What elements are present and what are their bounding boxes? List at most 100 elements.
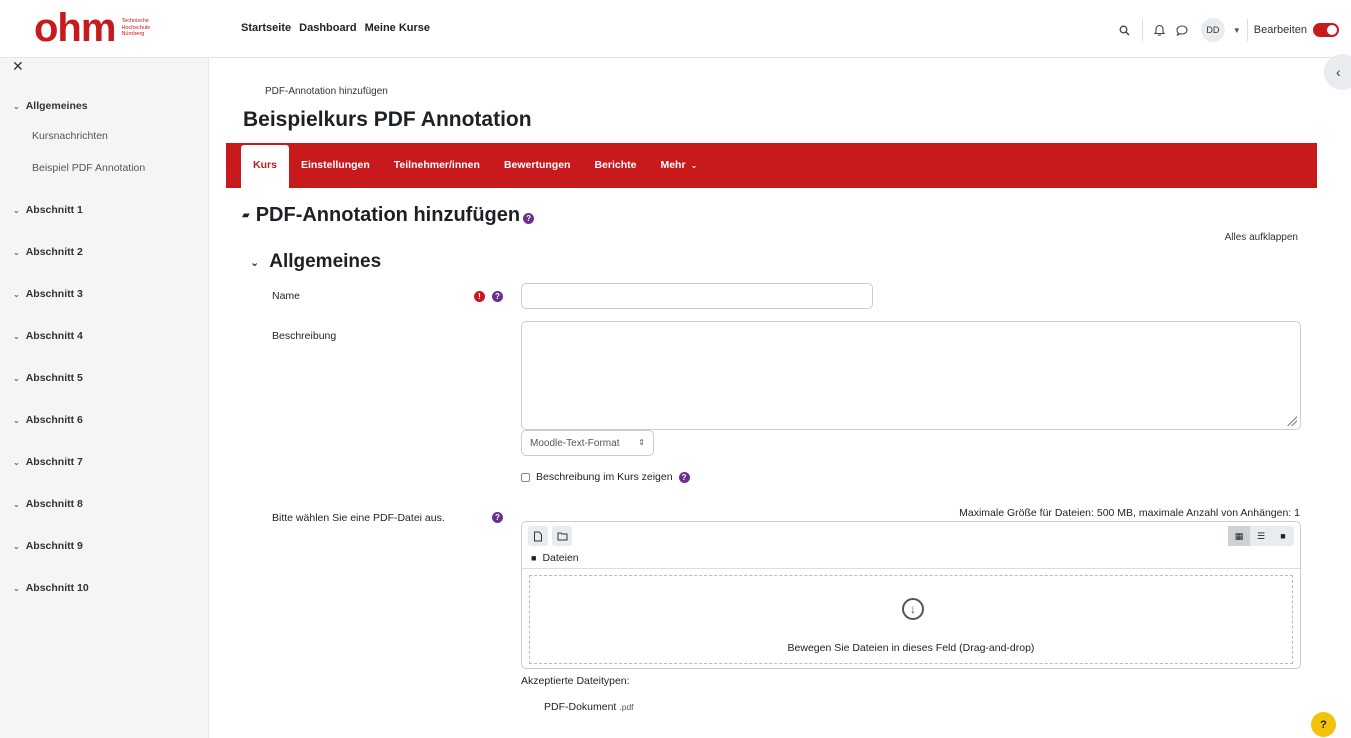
sidebar-section-label: Allgemeines (25, 100, 88, 112)
show-description-checkbox[interactable] (521, 472, 530, 482)
chevron-down-icon: ⌄ (13, 206, 20, 215)
divider (1141, 19, 1143, 41)
expand-all-link[interactable]: Alles aufklappen (1225, 232, 1298, 243)
close-icon[interactable]: ✕ (12, 58, 24, 75)
divider (522, 568, 1300, 569)
sidebar-section-label: Abschnitt 3 (25, 288, 83, 300)
chevron-down-icon: ⌄ (13, 584, 20, 593)
chevron-down-icon: ⌄ (13, 290, 20, 299)
chevron-down-icon: ⌄ (13, 374, 20, 383)
sidebar-section-abschnitt-6[interactable]: ⌄ Abschnitt 6 (13, 414, 83, 426)
chevron-down-icon: ⌄ (13, 542, 20, 551)
sidebar-section-abschnitt-8[interactable]: ⌄ Abschnitt 8 (13, 498, 83, 510)
sidebar-section-label: Abschnitt 9 (25, 540, 83, 552)
page-heading: ▰ PDF-Annotation hinzufügen ? (242, 204, 535, 227)
help-icon[interactable]: ? (492, 291, 503, 302)
sidebar-section-abschnitt-1[interactable]: ⌄ Abschnitt 1 (13, 204, 83, 216)
tab-kurs[interactable]: Kurs (241, 145, 289, 188)
accepted-types-label: Akzeptierte Dateitypen: (521, 675, 630, 687)
sidebar-section-label: Abschnitt 4 (25, 330, 83, 342)
pdf-file-label: Bitte wählen Sie eine PDF-Datei aus. (272, 512, 445, 524)
tree-view-icon[interactable]: ■ (1272, 526, 1294, 546)
sidebar-section-label: Abschnitt 8 (25, 498, 83, 510)
name-input[interactable] (521, 283, 873, 309)
search-icon[interactable] (1114, 19, 1136, 41)
pdf-module-icon: ▰ (242, 210, 250, 221)
sidebar-section-abschnitt-9[interactable]: ⌄ Abschnitt 9 (13, 540, 83, 552)
logo-wordmark: ohm (34, 6, 116, 50)
sidebar-item-kursnachrichten[interactable]: Kursnachrichten (32, 130, 108, 142)
text-format-select[interactable]: Moodle-Text-Format ⇕ (521, 430, 654, 456)
help-button[interactable]: ? (1311, 712, 1336, 737)
sidebar-section-label: Abschnitt 7 (25, 456, 83, 468)
nav-meine-kurse[interactable]: Meine Kurse (365, 22, 430, 34)
logo-subtitle: Technische Hochschule Nürnberg (121, 18, 150, 38)
sidebar-section-abschnitt-5[interactable]: ⌄ Abschnitt 5 (13, 372, 83, 384)
tab-einstellungen[interactable]: Einstellungen (289, 159, 382, 188)
sidebar-section-abschnitt-7[interactable]: ⌄ Abschnitt 7 (13, 456, 83, 468)
chevron-left-icon[interactable]: ‹ (1324, 54, 1351, 90)
tab-berichte[interactable]: Berichte (582, 159, 648, 188)
sidebar-section-label: Abschnitt 10 (25, 582, 89, 594)
tab-mehr-label: Mehr (660, 159, 686, 171)
accepted-type-item: PDF-Dokument .pdf (544, 701, 634, 713)
sidebar-item-beispiel-pdf-annotation[interactable]: Beispiel PDF Annotation (32, 162, 145, 174)
edit-mode-toggle[interactable] (1313, 23, 1339, 37)
top-navbar: ohm Technische Hochschule Nürnberg Start… (0, 0, 1351, 58)
breadcrumb: PDF-Annotation hinzufügen (265, 86, 388, 97)
view-switcher: ▦ ☰ ■ (1228, 526, 1294, 546)
add-file-icon[interactable] (528, 526, 548, 546)
sidebar-section-abschnitt-10[interactable]: ⌄ Abschnitt 10 (13, 582, 89, 594)
folder-icon: ■ (531, 553, 537, 563)
sidebar-section-abschnitt-2[interactable]: ⌄ Abschnitt 2 (13, 246, 83, 258)
tab-mehr[interactable]: Mehr ⌄ (648, 159, 709, 188)
sidebar-section-abschnitt-3[interactable]: ⌄ Abschnitt 3 (13, 288, 83, 300)
chevron-down-icon: ⌄ (13, 416, 20, 425)
tab-bewertungen[interactable]: Bewertungen (492, 159, 583, 188)
chevron-down-icon[interactable]: ▼ (1233, 26, 1241, 35)
logo-subtitle-line: Technische (121, 18, 149, 25)
grid-view-icon[interactable]: ▦ (1228, 526, 1250, 546)
accepted-type-extension: .pdf (619, 702, 634, 712)
file-dropzone[interactable]: ↓ Bewegen Sie Dateien in dieses Feld (Dr… (529, 575, 1293, 664)
logo-subtitle-line: Hochschule (121, 24, 151, 31)
ohm-logo[interactable]: ohm Technische Hochschule Nürnberg (34, 6, 150, 50)
bell-icon[interactable] (1149, 19, 1171, 41)
dropzone-text: Bewegen Sie Dateien in dieses Feld (Drag… (787, 642, 1035, 654)
tab-teilnehmer[interactable]: Teilnehmer/innen (382, 159, 492, 188)
user-navigation: DD ▼ Bearbeiten (1114, 18, 1339, 42)
create-folder-icon[interactable] (552, 526, 572, 546)
chevron-down-icon: ⌄ (13, 332, 20, 341)
message-icon[interactable] (1171, 19, 1193, 41)
file-path: ■ Dateien (531, 552, 579, 564)
sidebar-section-abschnitt-4[interactable]: ⌄ Abschnitt 4 (13, 330, 83, 342)
file-manager: ▦ ☰ ■ ■ Dateien ↓ Bewegen Sie Dateien in… (521, 521, 1301, 669)
nav-startseite[interactable]: Startseite (241, 22, 291, 34)
help-icon[interactable]: ? (523, 213, 535, 224)
help-icon[interactable]: ? (678, 471, 690, 483)
list-view-icon[interactable]: ☰ (1250, 526, 1272, 546)
description-editor[interactable] (521, 321, 1301, 430)
resize-handle[interactable] (1287, 416, 1297, 426)
chevron-down-icon: ⌄ (13, 102, 20, 111)
course-index-drawer: ✕ ⌄ Allgemeines Kursnachrichten Beispiel … (0, 58, 209, 738)
sidebar-section-label: Abschnitt 6 (25, 414, 83, 426)
sidebar-section-label: Abschnitt 1 (25, 204, 83, 216)
download-arrow-icon: ↓ (902, 598, 924, 620)
section-title: Allgemeines (269, 251, 382, 272)
description-label: Beschreibung (272, 330, 337, 342)
name-label: Name (272, 290, 301, 302)
avatar[interactable]: DD (1200, 18, 1225, 42)
show-description-option[interactable]: Beschreibung im Kurs zeigen ? (521, 471, 690, 483)
page-heading-text: PDF-Annotation hinzufügen (255, 204, 521, 226)
help-icon[interactable]: ? (492, 512, 503, 523)
section-header-allgemeines[interactable]: ⌄ Allgemeines (250, 251, 381, 273)
sidebar-section-label: Abschnitt 2 (25, 246, 83, 258)
sidebar-section-allgemeines[interactable]: ⌄ Allgemeines (13, 100, 88, 112)
logo-subtitle-line: Nürnberg (121, 31, 145, 38)
chevron-down-icon: ⌄ (690, 161, 698, 170)
nav-dashboard[interactable]: Dashboard (299, 22, 356, 34)
folder-name[interactable]: Dateien (542, 552, 578, 564)
sidebar-section-label: Abschnitt 5 (25, 372, 83, 384)
divider (1246, 19, 1248, 41)
